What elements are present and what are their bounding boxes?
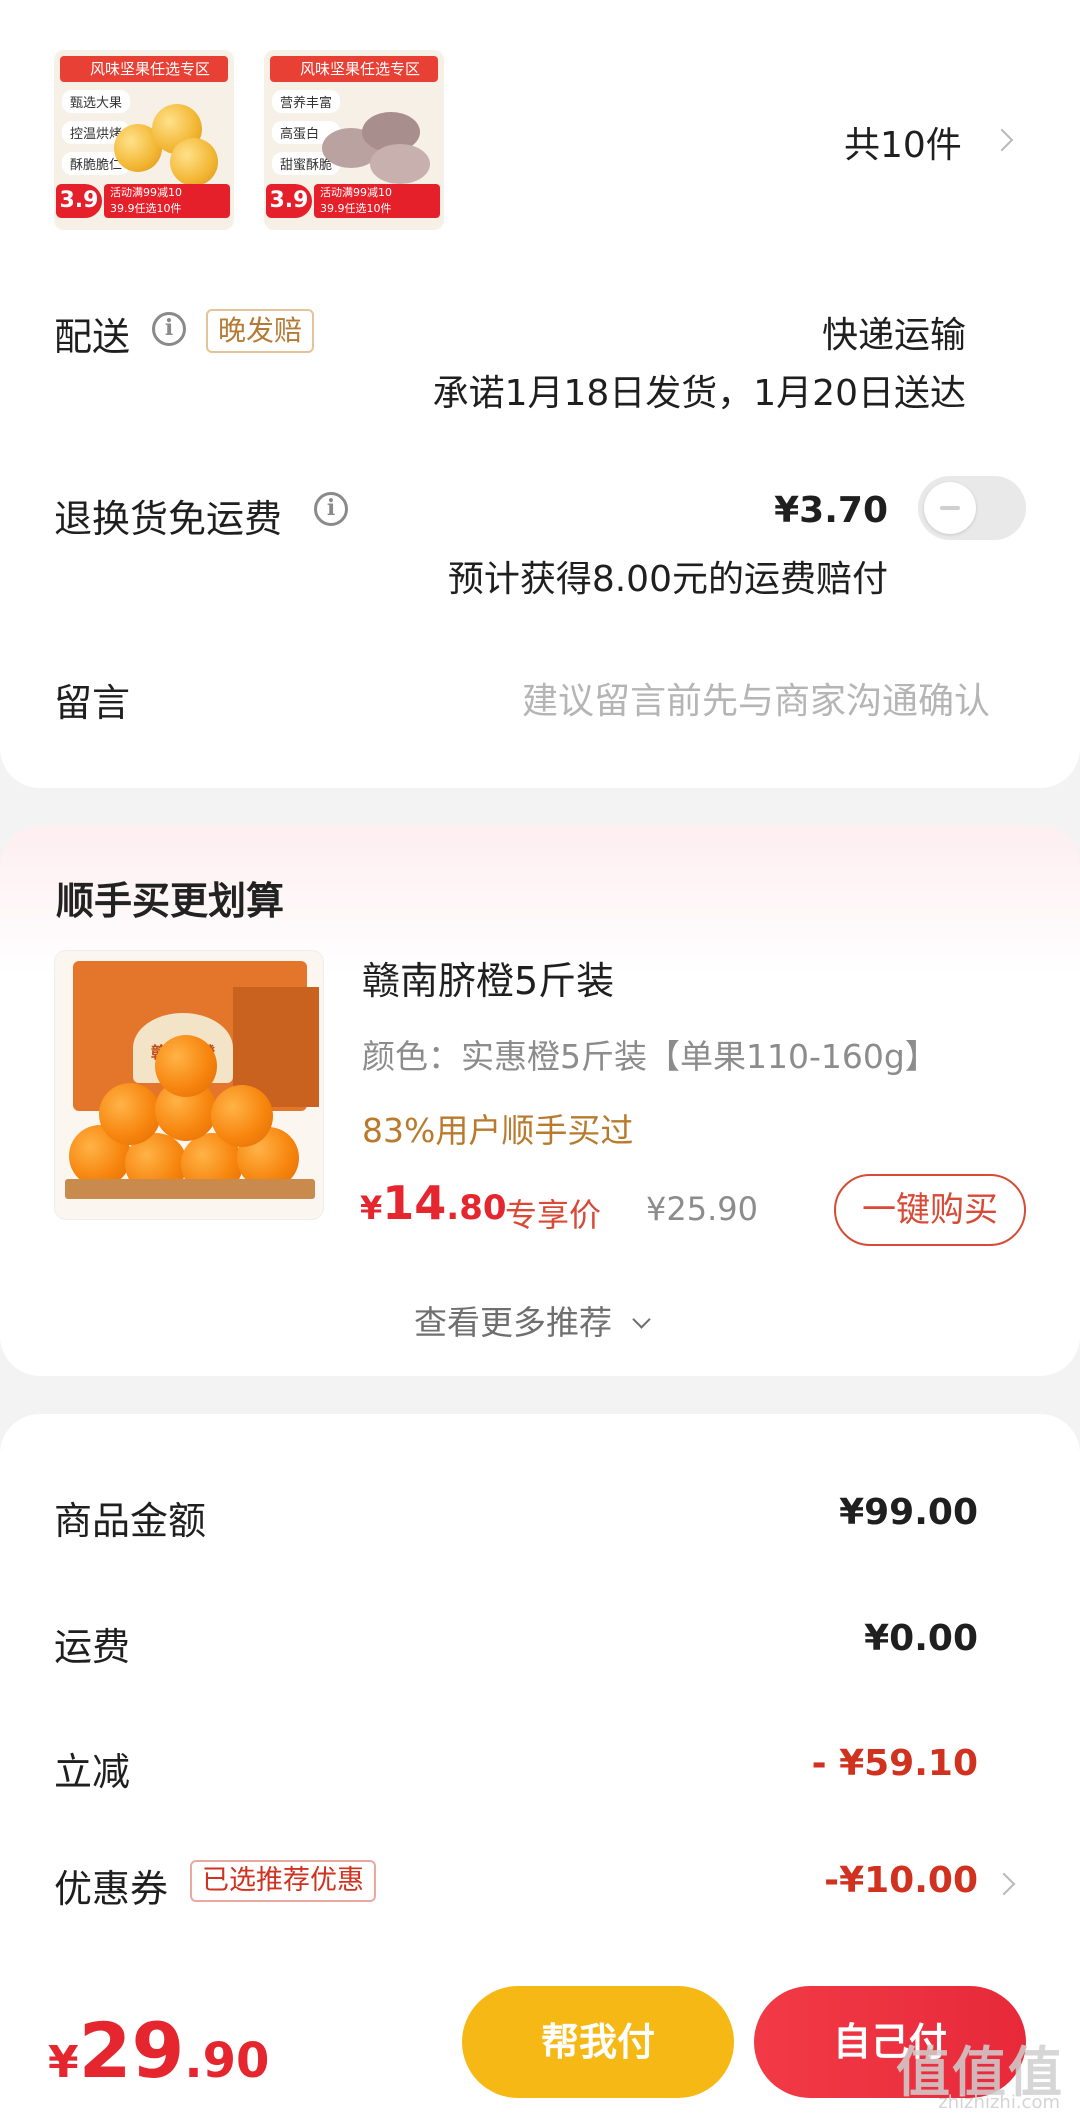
shipping-fee-label: 运费 bbox=[54, 1625, 131, 1669]
product-image[interactable]: 赣南脐橙 bbox=[54, 950, 324, 1220]
exclusive-price-tag: 专享价 bbox=[505, 1196, 602, 1234]
product-thumbnail[interactable]: 风味坚果任选专区 营养丰富 高蛋白 甜蜜酥脆 3.9 活动满99减10 39.9… bbox=[264, 50, 444, 230]
return-shipping-price: ¥3.70 bbox=[774, 490, 888, 531]
coupon-label: 优惠券 bbox=[54, 1867, 169, 1911]
return-shipping-toggle[interactable] bbox=[918, 476, 1026, 540]
upsell-title: 顺手买更划算 bbox=[56, 879, 285, 923]
orange-fruit bbox=[99, 1083, 161, 1145]
total-currency: ¥ bbox=[48, 2037, 79, 2088]
price-decimal: .80 bbox=[446, 1188, 507, 1228]
goods-amount-value: ¥99.00 bbox=[839, 1492, 978, 1533]
thumb-promo: 活动满99减10 39.9任选10件 bbox=[104, 184, 230, 218]
upsell-product-name[interactable]: 赣南脐橙5斤装 bbox=[362, 950, 614, 1005]
thumb-banner: 风味坚果任选专区 bbox=[60, 56, 228, 82]
goods-amount-label: 商品金额 bbox=[54, 1499, 207, 1543]
coupon-selected-badge: 已选推荐优惠 bbox=[190, 1860, 376, 1902]
almond-image bbox=[322, 108, 438, 188]
info-icon[interactable]: i bbox=[314, 492, 348, 526]
item-count[interactable]: 共10件 bbox=[844, 116, 962, 168]
order-card: 风味坚果任选专区 甄选大果 控温烘烤 酥脆脆仁 3.9 活动满99减10 39.… bbox=[0, 0, 1080, 788]
return-shipping-label: 退换货免运费 bbox=[54, 497, 283, 541]
puff-image bbox=[114, 104, 224, 186]
delivery-method: 快递运输 bbox=[821, 315, 966, 356]
upsell-price: ¥14.80 bbox=[360, 1176, 507, 1230]
promo-line: 39.9任选10件 bbox=[320, 202, 392, 215]
thumb-banner: 风味坚果任选专区 bbox=[270, 56, 438, 82]
chevron-right-icon[interactable] bbox=[990, 128, 1014, 152]
price-integer: 14 bbox=[382, 1176, 447, 1230]
instant-discount-label: 立减 bbox=[54, 1750, 131, 1794]
late-delivery-badge: 晚发赔 bbox=[206, 309, 315, 353]
chevron-down-icon bbox=[631, 1310, 651, 1329]
watermark-url: zhizhizhi.com bbox=[938, 2092, 1060, 2113]
orange-fruit bbox=[211, 1085, 273, 1147]
return-shipping-note: 预计获得8.00元的运费赔付 bbox=[447, 559, 888, 600]
message-label: 留言 bbox=[54, 681, 131, 725]
see-more-label: 查看更多推荐 bbox=[414, 1303, 612, 1342]
total-price: ¥29.90 bbox=[48, 2006, 269, 2095]
one-click-buy-button[interactable]: 一键购买 bbox=[834, 1174, 1026, 1246]
coupon-value[interactable]: -¥10.00 bbox=[824, 1860, 978, 1901]
thumb-price: 3.9 bbox=[56, 184, 102, 218]
upsell-product-spec: 颜色：实惠橙5斤装【单果110-160g】 bbox=[362, 1037, 938, 1076]
promo-line: 活动满99减10 bbox=[320, 186, 392, 199]
orange-fruit bbox=[155, 1035, 217, 1097]
promo-line: 39.9任选10件 bbox=[110, 202, 182, 215]
promo-line: 活动满99减10 bbox=[110, 186, 182, 199]
instant-discount-value: - ¥59.10 bbox=[811, 1743, 978, 1784]
delivery-label: 配送 bbox=[54, 315, 131, 359]
product-thumbnail[interactable]: 风味坚果任选专区 甄选大果 控温烘烤 酥脆脆仁 3.9 活动满99减10 39.… bbox=[54, 50, 234, 230]
see-more-recommendations[interactable]: 查看更多推荐 bbox=[414, 1296, 651, 1344]
total-decimal: .90 bbox=[184, 2033, 270, 2089]
original-price: ¥25.90 bbox=[646, 1190, 758, 1228]
message-input[interactable]: 建议留言前先与商家沟通确认 bbox=[522, 672, 990, 724]
help-me-pay-button[interactable]: 帮我付 bbox=[462, 1986, 734, 2098]
info-icon[interactable]: i bbox=[152, 312, 186, 346]
price-symbol: ¥ bbox=[360, 1189, 383, 1227]
delivery-promise: 承诺1月18日发货，1月20日送达 bbox=[432, 373, 966, 414]
shipping-fee-value: ¥0.00 bbox=[864, 1618, 978, 1659]
thumb-price: 3.9 bbox=[266, 184, 312, 218]
toggle-knob bbox=[924, 482, 976, 534]
wooden-tray bbox=[65, 1179, 315, 1199]
thumb-promo: 活动满99减10 39.9任选10件 bbox=[314, 184, 440, 218]
upsell-social-proof: 83%用户顺手买过 bbox=[362, 1111, 634, 1150]
total-integer: 29 bbox=[78, 2006, 185, 2095]
